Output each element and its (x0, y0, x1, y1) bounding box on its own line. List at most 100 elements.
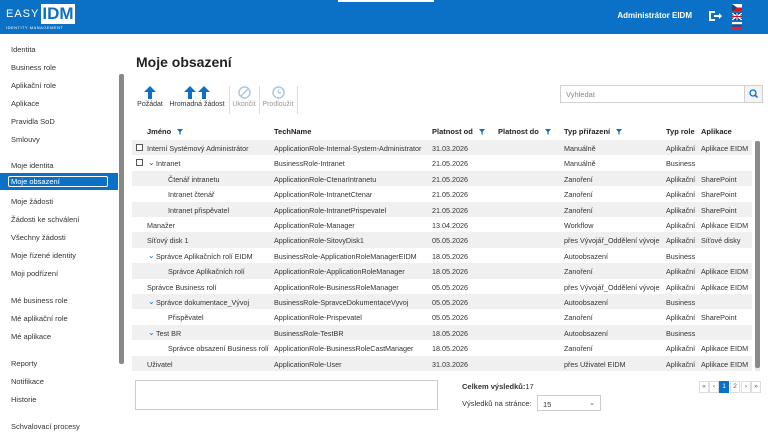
pager-page-2[interactable]: 2 (730, 381, 740, 393)
sidebar-item-schvalovaci-procesy[interactable]: Schvalovací procesy (11, 422, 80, 431)
sidebar-item-zadosti-ke-schvaleni[interactable]: Žádosti ke schválení (11, 215, 79, 224)
sidebar-item-moje-identita[interactable]: Moje identita (11, 161, 54, 170)
table-row[interactable]: Manažer ApplicationRole-Manager 13.04.20… (132, 217, 752, 232)
sidebar-item-aplikacni-role[interactable]: Aplikační role (11, 81, 56, 90)
sidebar-item-aplikace[interactable]: Aplikace (11, 99, 39, 108)
table-row[interactable]: Přispěvatel ApplicationRole-Prispevatel … (132, 309, 752, 324)
filter-icon[interactable] (478, 129, 485, 136)
table-row[interactable]: ⌄ Test BR BusinessRole-TestBR 18.05.2026… (132, 324, 752, 341)
sidebar-item-moji-podrizeni[interactable]: Moji podřízení (11, 269, 58, 278)
cell-application: Aplikace EIDM (701, 267, 749, 277)
column-header-assignment-type[interactable]: Typ přiřazení (564, 127, 623, 136)
table-row[interactable]: ⌄ Intranet BusinessRole-Intranet 21.05.2… (132, 155, 752, 170)
request-button-label: Požádat (137, 101, 163, 108)
table-scrollbar-thumb[interactable] (755, 141, 760, 368)
search-box[interactable]: Vyhledat (560, 85, 763, 103)
column-header-valid-from[interactable]: Platnost od (432, 127, 485, 136)
cell-techname: ApplicationRole-IntranetPrispevatel (274, 205, 387, 215)
table-scrollbar[interactable] (755, 141, 760, 371)
flag-sk-icon[interactable] (732, 22, 742, 29)
column-header-role-type[interactable]: Typ role (666, 127, 695, 136)
sidebar-item-me-business-role[interactable]: Mé business role (11, 296, 68, 305)
cell-valid-from: 05.05.2026 (432, 313, 468, 323)
cell-valid-from: 21.05.2026 (432, 159, 468, 169)
sidebar-item-notifikace[interactable]: Notifikace (11, 377, 44, 386)
table-row[interactable]: Intranet čtenář ApplicationRole-Intranet… (132, 186, 752, 201)
pager-first-button[interactable]: « (699, 381, 709, 393)
table-header: Jméno TechName Platnost od Platnost do T… (132, 123, 760, 139)
cell-valid-from: 18.05.2026 (432, 267, 468, 277)
table-row[interactable]: ⌄ Správce Aplikačních rolí EIDM Business… (132, 248, 752, 263)
filter-icon[interactable] (177, 129, 184, 136)
sidebar-item-historie[interactable]: Historie (11, 395, 36, 404)
sidebar-item-business-role[interactable]: Business role (11, 63, 56, 72)
user-name[interactable]: Administrátor EIDM (617, 11, 692, 20)
table-row[interactable]: Čtenář intranetu ApplicationRole-CtenarI… (132, 170, 752, 187)
bulk-request-button[interactable]: Hromadná žádost (167, 86, 227, 116)
sidebar-item-identita[interactable]: Identita (11, 45, 36, 54)
flag-cz-icon[interactable] (732, 4, 742, 11)
extend-button[interactable]: Prodloužit (261, 86, 295, 116)
sidebar-item-me-aplikace[interactable]: Mé aplikace (11, 332, 51, 341)
chevron-down-icon[interactable]: ⌄ (148, 158, 155, 167)
cell-techname: ApplicationRole-IntranetCtenar (274, 190, 373, 200)
cell-techname: BusinessRole-Intranet (274, 159, 345, 169)
row-checkbox[interactable] (136, 159, 143, 167)
table-row[interactable]: ⌄ Správce dokumentace_Vývoj BusinessRole… (132, 294, 752, 310)
logout-icon[interactable] (708, 10, 722, 22)
chevron-down-icon[interactable]: ⌄ (148, 251, 155, 260)
search-button[interactable] (744, 86, 762, 102)
pager-next-button[interactable]: › (741, 381, 751, 393)
cell-application: Síťové disky (701, 236, 741, 246)
cell-name: Správce obsazení Business rolí (168, 344, 269, 354)
filter-icon[interactable] (616, 129, 623, 136)
column-header-application[interactable]: Aplikace (701, 127, 732, 136)
chevron-down-icon[interactable]: ⌄ (148, 297, 155, 306)
cell-techname: ApplicationRole-Prispevatel (274, 313, 362, 323)
sidebar-item-vsechny-zadosti[interactable]: Všechny žádosti (11, 233, 66, 242)
sidebar-item-smlouvy[interactable]: Smlouvy (11, 135, 40, 144)
pager-page-1[interactable]: 1 (719, 381, 729, 393)
per-page-select[interactable]: 15 ⌄ (537, 395, 601, 411)
cell-valid-from: 18.05.2026 (432, 328, 468, 338)
sidebar-item-me-aplikacni-role[interactable]: Mé aplikační role (11, 314, 68, 323)
table-row[interactable]: Interní Systémový Administrátor Applicat… (132, 140, 752, 156)
table-row[interactable]: Správce obsazení Business rolí Applicati… (132, 340, 752, 355)
sidebar-scrollbar[interactable] (119, 74, 124, 364)
table-row[interactable]: Uživatel ApplicationRole-User 31.03.2026… (132, 355, 752, 371)
pager-last-button[interactable]: » (751, 381, 761, 393)
sidebar-item-moje-obsazeni[interactable]: Moje obsazení (0, 173, 118, 190)
column-header-name[interactable]: Jméno (147, 127, 184, 136)
table-row[interactable]: Intranet přispěvatel ApplicationRole-Int… (132, 201, 752, 217)
sidebar-item-reporty[interactable]: Reporty (11, 359, 37, 368)
sidebar-item-pravidla-sod[interactable]: Pravidla SoD (11, 117, 55, 126)
filter-icon[interactable] (544, 129, 551, 136)
column-header-valid-to[interactable]: Platnost do (498, 127, 551, 136)
cell-role-type: Business (666, 159, 696, 169)
cell-name: Síťový disk 1 (147, 236, 189, 246)
column-label: Platnost do (498, 127, 539, 136)
table-row[interactable]: Správce Business rolí ApplicationRole-Bu… (132, 279, 752, 294)
cell-assignment: Autoobsazení (564, 298, 608, 307)
flag-uk-icon[interactable] (731, 12, 743, 21)
sidebar-item-moje-rizene-identity[interactable]: Moje řízené identity (11, 251, 76, 260)
cell-application: SharePoint (701, 174, 737, 184)
cell-techname: ApplicationRole-BusinessRoleManager (274, 282, 399, 292)
cell-role-type: Aplikační (666, 190, 696, 200)
pager-prev-button[interactable]: ‹ (709, 381, 719, 393)
search-input[interactable]: Vyhledat (566, 90, 595, 99)
table-row[interactable]: Správce Aplikačních rolí ApplicationRole… (132, 263, 752, 279)
cell-role-type: Business (666, 251, 696, 261)
row-checkbox[interactable] (136, 144, 143, 151)
toolbar-separator (229, 86, 230, 114)
chevron-down-icon[interactable]: ⌄ (148, 328, 155, 337)
request-button[interactable]: Požádat (135, 86, 165, 116)
column-label: Jméno (147, 127, 172, 136)
cell-role-type: Aplikační (666, 267, 696, 277)
table-row[interactable]: Síťový disk 1 ApplicationRole-SitovyDisk… (132, 232, 752, 248)
logo[interactable]: EASY IDM IDENTITY MANAGEMENT (6, 4, 98, 30)
end-button[interactable]: Ukončit (231, 86, 257, 116)
sidebar-item-moje-zadosti[interactable]: Moje žádosti (11, 197, 53, 206)
column-header-techname[interactable]: TechName (274, 127, 311, 136)
cell-role-type: Aplikační (666, 144, 696, 153)
